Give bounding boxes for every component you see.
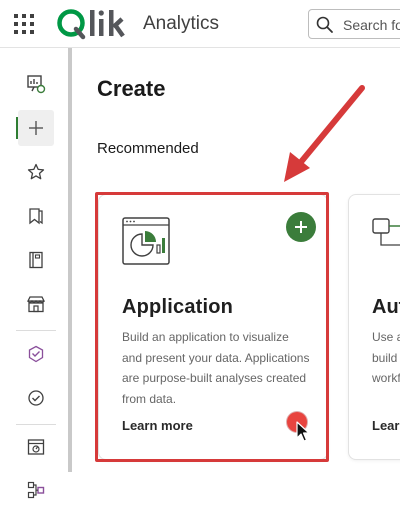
- search-input[interactable]: Search for: [308, 9, 400, 39]
- application-chart-icon: [122, 217, 170, 265]
- cube-check-icon: [28, 345, 44, 363]
- mouse-cursor-icon: [296, 421, 310, 442]
- sidebar-item-collections[interactable]: [18, 198, 54, 234]
- sidebar-item-analytics-home[interactable]: [18, 66, 54, 102]
- page-title: Create: [97, 76, 166, 101]
- qlik-logo[interactable]: [56, 8, 128, 40]
- card-title: Application: [122, 296, 234, 318]
- bookmark-icon: [29, 208, 43, 225]
- sidebar-divider: [16, 330, 56, 331]
- automation-flow-icon: [372, 218, 400, 246]
- learn-more-link[interactable]: Lear: [372, 418, 399, 433]
- top-bar: Analytics Search for: [0, 0, 400, 48]
- add-application-button[interactable]: [286, 212, 316, 242]
- circle-check-icon: [28, 390, 44, 406]
- sidebar-item-flows[interactable]: [18, 472, 54, 508]
- sidebar-item-automation[interactable]: [18, 336, 54, 372]
- sidebar-scrollbar[interactable]: [68, 48, 72, 472]
- app-launcher-grid-icon[interactable]: [14, 14, 34, 34]
- flow-icon: [27, 481, 45, 499]
- analytics-home-icon: [27, 75, 46, 94]
- section-heading-recommended: Recommended: [97, 140, 199, 157]
- annotation-arrow-icon: [284, 85, 365, 182]
- sidebar-item-catalog[interactable]: [18, 286, 54, 322]
- sidebar-item-create[interactable]: [16, 110, 54, 146]
- card-title: Aut: [372, 296, 400, 318]
- notebook-icon: [29, 251, 43, 269]
- star-icon: [27, 163, 45, 180]
- learn-more-link[interactable]: Learn more: [122, 418, 193, 433]
- card-description-line: workf: [372, 371, 400, 385]
- app-name: Analytics: [143, 13, 220, 34]
- card-description: Build an application to visualize and pr…: [122, 330, 310, 406]
- sidebar-item-favorites[interactable]: [18, 154, 54, 190]
- plus-icon: [29, 121, 43, 135]
- search-placeholder: Search for: [343, 17, 400, 33]
- sidebar-item-tasks[interactable]: [18, 380, 54, 416]
- plus-icon: [295, 221, 307, 233]
- sidebar-item-notes[interactable]: [18, 242, 54, 278]
- store-icon: [26, 296, 46, 313]
- automation-card[interactable]: Aut Use a build workf Lear: [348, 194, 400, 460]
- app-gauge-icon: [27, 439, 45, 455]
- card-description-line: build: [372, 350, 398, 365]
- search-icon: [316, 16, 333, 33]
- sidebar-divider: [16, 424, 56, 425]
- sidebar-item-apps[interactable]: [18, 429, 54, 465]
- card-description-line: Use a: [372, 330, 400, 344]
- card-description: Use a build workf: [372, 327, 400, 389]
